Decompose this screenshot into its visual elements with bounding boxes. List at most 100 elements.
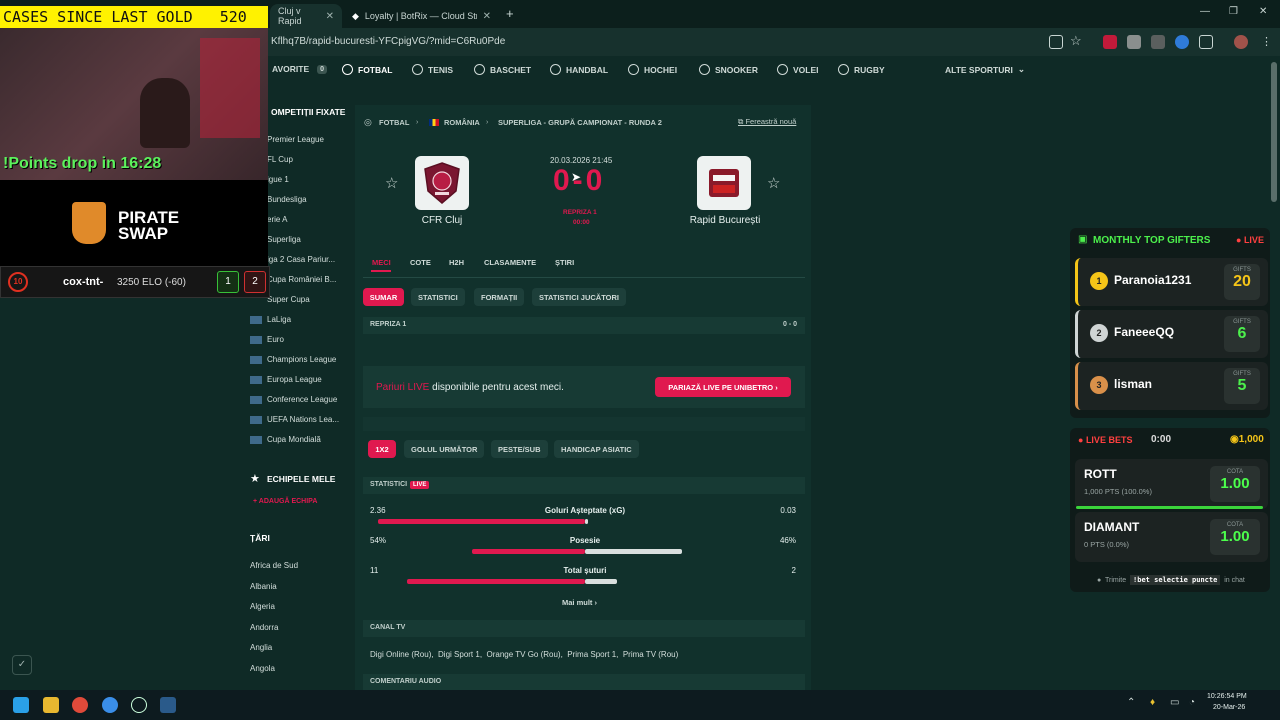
display-icon[interactable]: ▭ xyxy=(1170,697,1179,708)
restore-icon[interactable]: ❐ xyxy=(1229,6,1238,17)
install-app-icon[interactable] xyxy=(1049,35,1063,49)
chevron-up-icon[interactable]: ⌃ xyxy=(1127,697,1135,708)
chrome-icon[interactable] xyxy=(72,697,88,713)
tab-stiri[interactable]: ȘTIRI xyxy=(555,258,574,267)
stat-away-bar xyxy=(585,549,682,554)
more-stats-link[interactable]: Mai mult › xyxy=(562,598,597,607)
cfr-cluj-crest-icon xyxy=(424,162,460,204)
extension-icon[interactable] xyxy=(1127,35,1141,49)
minimize-icon[interactable]: — xyxy=(1200,6,1210,17)
bet-option-points: 1,000 PTS (100.0%) xyxy=(1084,487,1152,496)
gift-icon: ▣ xyxy=(1078,234,1088,245)
bet-option[interactable]: DIAMANT 0 PTS (0.0%) COTA 1.00 xyxy=(1075,512,1268,562)
shield-check-icon[interactable]: ✓ xyxy=(12,655,32,675)
away-team-logo[interactable] xyxy=(697,156,751,210)
rugby-icon xyxy=(838,64,849,75)
odds-tab-asian-handicap[interactable]: HANDICAP ASIATIC xyxy=(554,440,639,458)
tab-h2h[interactable]: H2H xyxy=(449,258,464,267)
tab-cluj-rapid[interactable]: Cluj v Rapid ✕ xyxy=(270,4,342,28)
nav-snooker[interactable]: SNOOKER xyxy=(699,64,758,75)
tab-clasamente[interactable]: CLASAMENTE xyxy=(484,258,536,267)
extension-icon[interactable] xyxy=(1151,35,1165,49)
subtab-statistici-jucatori[interactable]: STATISTICI JUCĂTORI xyxy=(532,288,627,306)
extension-icon[interactable] xyxy=(1103,35,1117,49)
sidebar-item-league[interactable]: Conference League xyxy=(250,395,337,404)
add-team-link[interactable]: + ADAUGĂ ECHIPA xyxy=(253,498,317,505)
bookmark-star-icon[interactable]: ☆ xyxy=(1070,33,1082,49)
odds-tab-over-under[interactable]: PESTE/SUB xyxy=(491,440,548,458)
stat-label: Goluri Așteptate (xG) xyxy=(544,506,626,515)
microphone-icon[interactable]: ♦ xyxy=(1150,697,1155,708)
sidebar-item-country[interactable]: Angola xyxy=(250,664,275,673)
nav-handbal[interactable]: HANDBAL xyxy=(550,64,608,75)
app-icon[interactable] xyxy=(102,697,118,713)
taskbar-time[interactable]: 10:26:54 PM xyxy=(1207,693,1247,700)
subtab-statistici[interactable]: STATISTICI xyxy=(411,288,465,306)
home-team-logo[interactable] xyxy=(415,156,469,210)
odds-tab-1x2[interactable]: 1X2 xyxy=(368,440,396,458)
nav-baschet[interactable]: BASCHET xyxy=(474,64,531,75)
extensions-puzzle-icon[interactable] xyxy=(1199,35,1213,49)
nav-label: BASCHET xyxy=(490,64,532,75)
taskbar-date[interactable]: 20-Mar-26 xyxy=(1213,704,1245,711)
sidebar-item-league[interactable]: Champions League xyxy=(250,355,336,364)
sidebar-item-label: erie A xyxy=(267,215,288,224)
sidebar-item-league[interactable]: LaLiga xyxy=(250,315,291,324)
nav-hochei[interactable]: HOCHEI xyxy=(628,64,677,75)
add-team-label: ADAUGĂ ECHIPA xyxy=(258,498,318,505)
nav-volei[interactable]: VOLEI xyxy=(777,64,819,75)
favorite-away-star-icon[interactable]: ☆ xyxy=(767,174,780,192)
sidebar-item-country[interactable]: Albania xyxy=(250,582,277,591)
gift-count: 5 xyxy=(1237,377,1247,394)
obs-icon[interactable] xyxy=(131,697,147,713)
stat-away-bar xyxy=(585,519,588,524)
new-tab-button[interactable]: + xyxy=(506,6,514,21)
breadcrumb-sport[interactable]: FOTBAL xyxy=(379,118,409,127)
windows-start-icon[interactable] xyxy=(13,697,29,713)
steam-icon[interactable] xyxy=(160,697,176,713)
close-icon[interactable]: ✕ xyxy=(326,11,334,22)
sidebar-item-league[interactable]: Euro xyxy=(250,335,284,344)
stat-away-value: 2 xyxy=(791,566,796,575)
sidebar-item-league[interactable]: UEFA Nations Lea... xyxy=(250,415,339,424)
sidebar-item-label: Conference League xyxy=(267,395,338,404)
live-bets-title-label: LIVE BETS xyxy=(1085,435,1133,445)
favorite-home-star-icon[interactable]: ☆ xyxy=(385,174,398,192)
sidebar-item-league[interactable]: Cupa Mondială xyxy=(250,435,321,444)
avatar[interactable] xyxy=(1234,35,1248,49)
page-scrollbar[interactable] xyxy=(1271,62,1277,202)
file-explorer-icon[interactable] xyxy=(43,697,59,713)
bet-live-button[interactable]: PARIAZĂ LIVE PE UNIBETRO › xyxy=(655,377,791,397)
breadcrumb-competition[interactable]: SUPERLIGA - GRUPĂ CAMPIONAT - RUNDA 2 xyxy=(498,118,662,127)
nav-tenis[interactable]: TENIS xyxy=(412,64,453,75)
extension-icon[interactable] xyxy=(1175,35,1189,49)
nav-rugby[interactable]: RUGBY xyxy=(838,64,885,75)
tab-cote[interactable]: COTE xyxy=(410,258,431,267)
tab-botrix[interactable]: ◆ Loyalty | BotRix — Cloud Strea... ✕ xyxy=(344,4,499,28)
odds-tab-next-goal[interactable]: GOLUL URMĂTOR xyxy=(404,440,485,458)
sidebar-item-league[interactable]: Europa League xyxy=(250,375,322,384)
bet-option[interactable]: ROTT 1,000 PTS (100.0%) COTA 1.00 xyxy=(1075,459,1268,509)
subtab-formatii[interactable]: FORMAȚII xyxy=(474,288,525,306)
sidebar-item-country[interactable]: Algeria xyxy=(250,602,275,611)
nav-favorites[interactable]: AVORITE 0 xyxy=(272,64,328,74)
home-team-name[interactable]: CFR Cluj xyxy=(415,215,469,226)
network-icon[interactable]: ◔ xyxy=(1189,697,1195,708)
away-team-name[interactable]: Rapid București xyxy=(680,215,770,226)
subtab-sumar[interactable]: SUMAR xyxy=(363,288,404,306)
new-window-link[interactable]: ⧉ Fereastră nouă xyxy=(738,117,796,127)
url-field[interactable]: Kflhq7B/rapid-bucuresti-YFCpigVG/?mid=C6… xyxy=(271,36,505,47)
league-flag-icon xyxy=(250,415,262,424)
nav-fotbal[interactable]: FOTBAL xyxy=(342,64,392,75)
breadcrumb-country[interactable]: ROMÂNIA xyxy=(444,118,480,127)
half-label: REPRIZA 1 xyxy=(370,321,407,328)
sidebar-item-country[interactable]: Anglia xyxy=(250,643,272,652)
tab-meci[interactable]: MECI xyxy=(372,258,391,267)
close-window-icon[interactable]: ✕ xyxy=(1259,6,1267,17)
sidebar-item-country[interactable]: Africa de Sud xyxy=(250,561,298,570)
close-icon[interactable]: ✕ xyxy=(483,11,491,22)
menu-kebab-icon[interactable]: ⋮ xyxy=(1261,35,1272,48)
sidebar-item-country[interactable]: Andorra xyxy=(250,623,278,632)
nav-more-sports[interactable]: ALTE SPORTURI ⌄ xyxy=(945,64,1025,75)
match-clock: 00:00 xyxy=(573,219,590,226)
